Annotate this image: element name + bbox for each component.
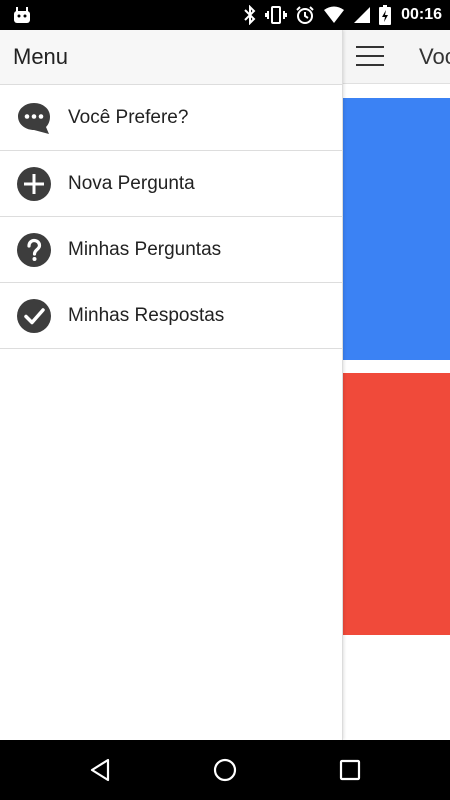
check-circle-icon — [17, 298, 51, 333]
menu-item-label: Você Prefere? — [68, 106, 189, 128]
menu-item-label: Minhas Perguntas — [68, 238, 222, 260]
bluetooth-icon — [244, 5, 256, 25]
menu-item-label: Nova Pergunta — [68, 172, 195, 194]
option-a-card[interactable] — [343, 98, 450, 360]
add-circle-icon — [17, 166, 51, 201]
status-clock: 00:16 — [401, 6, 442, 23]
back-icon[interactable] — [86, 755, 116, 785]
cell-signal-icon — [354, 7, 371, 23]
navigation-bar — [0, 740, 450, 800]
drawer-title: Menu — [13, 44, 69, 69]
android-debug-icon — [14, 7, 30, 23]
help-circle-icon — [17, 232, 51, 267]
status-bar: 00:16 — [0, 0, 450, 30]
recent-apps-icon[interactable] — [335, 755, 365, 785]
wifi-icon — [324, 6, 345, 23]
alarm-icon — [296, 6, 314, 24]
home-icon[interactable] — [210, 755, 240, 785]
toolbar-title: Você Prefere? — [419, 44, 450, 69]
menu-item-voce-prefere[interactable]: Você Prefere? — [0, 85, 342, 151]
navigation-drawer: Menu Você Prefere? Nova Pergunta Minhas … — [0, 30, 343, 740]
vibrate-icon — [265, 6, 288, 24]
drawer-header: Menu — [0, 30, 342, 85]
menu-item-minhas-respostas[interactable]: Minhas Respostas — [0, 283, 342, 349]
app-toolbar: Você Prefere? — [343, 30, 450, 84]
battery-charging-icon — [379, 5, 392, 25]
chat-bubble-icon — [18, 102, 50, 134]
menu-item-label: Minhas Respostas — [68, 304, 225, 326]
menu-icon[interactable] — [356, 46, 384, 68]
drawer-menu: Você Prefere? Nova Pergunta Minhas Pergu… — [0, 85, 342, 349]
option-b-card[interactable] — [343, 373, 450, 635]
menu-item-minhas-perguntas[interactable]: Minhas Perguntas — [0, 217, 342, 283]
menu-item-nova-pergunta[interactable]: Nova Pergunta — [0, 151, 342, 217]
